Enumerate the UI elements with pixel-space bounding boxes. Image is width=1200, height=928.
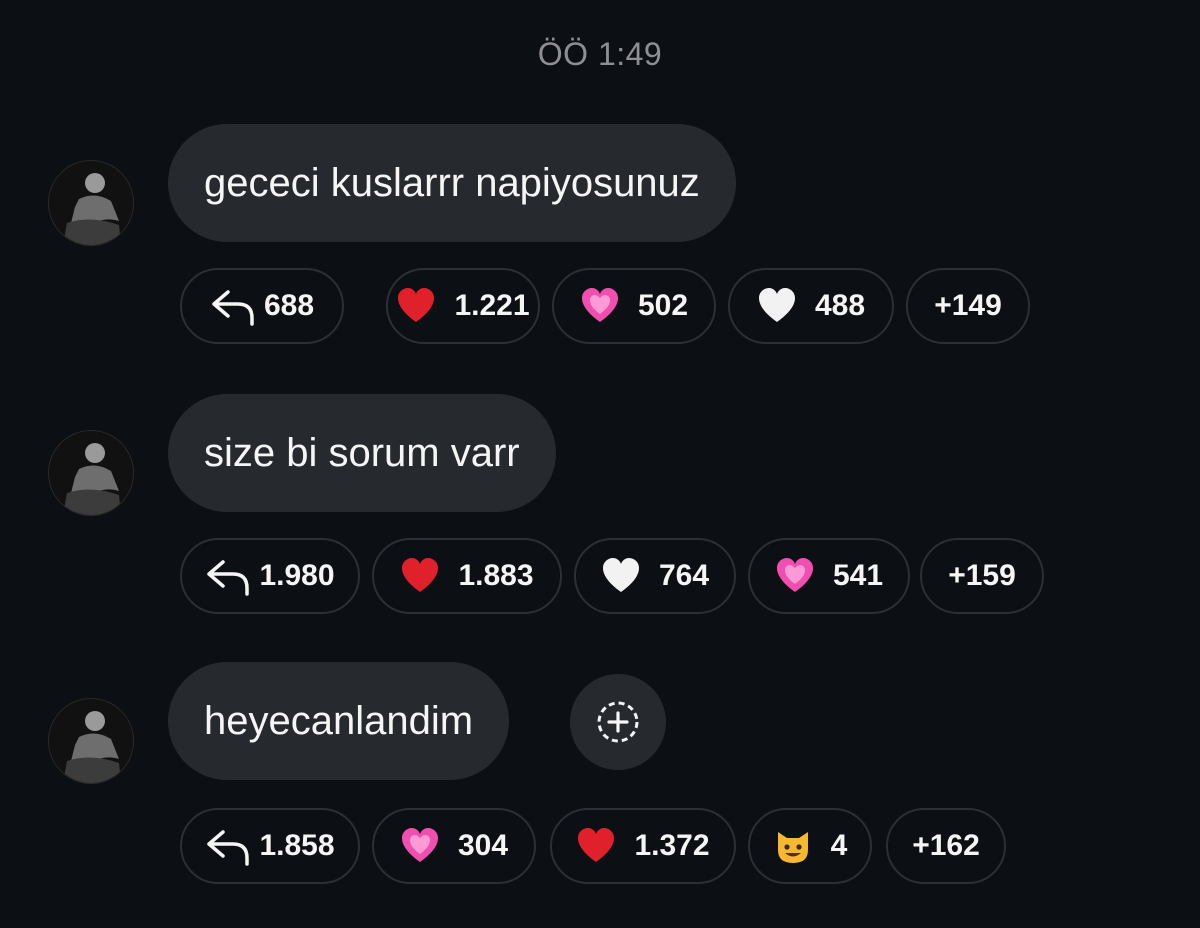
reply-icon (207, 830, 250, 866)
reaction-count: 1.858 (259, 829, 335, 862)
reply-icon (207, 560, 250, 596)
reaction-count: +162 (912, 829, 980, 862)
red-heart-icon (398, 288, 435, 322)
reaction-chip-red-heart[interactable]: 1.372 (550, 808, 736, 884)
avatar-image (49, 431, 133, 515)
reaction-chip-red-heart[interactable]: 1.883 (372, 538, 562, 614)
message-bubble[interactable]: heyecanlandim (168, 662, 510, 780)
reply-count-chip[interactable]: 1.858 (180, 808, 360, 884)
reply-icon (212, 290, 254, 326)
reaction-chip-red-heart[interactable]: 1.221 (386, 268, 540, 344)
avatar[interactable] (48, 698, 134, 784)
reaction-chip-white-heart[interactable]: 488 (728, 268, 894, 344)
reaction-count: 764 (658, 559, 710, 592)
avatar-image (49, 699, 133, 783)
reaction-count: 1.883 (458, 559, 534, 592)
pink-heart-icon (776, 558, 813, 592)
white-heart-icon (758, 288, 795, 322)
message-text: size bi sorum varr (204, 430, 520, 475)
reaction-count: 4 (830, 829, 848, 862)
message-text: heyecanlandim (204, 698, 474, 743)
reaction-count: +149 (934, 289, 1002, 322)
message-bubble[interactable]: gececi kuslarrr napiyosunuz (168, 124, 736, 242)
reaction-chip-cat[interactable]: 4 (748, 808, 872, 884)
message-bubble[interactable]: size bi sorum varr (168, 394, 556, 512)
reaction-count: +159 (948, 559, 1016, 592)
pink-heart-icon (401, 828, 438, 862)
add-reaction-icon (597, 701, 639, 743)
cat-emoji-icon (777, 832, 808, 863)
reaction-count: 304 (457, 829, 509, 862)
more-reactions-chip[interactable]: +159 (920, 538, 1044, 614)
reaction-count: 502 (637, 289, 689, 322)
avatar[interactable] (48, 430, 134, 516)
avatar[interactable] (48, 160, 134, 246)
reaction-count: 1.980 (259, 559, 335, 592)
red-heart-icon (578, 828, 615, 862)
reaction-count: 1.372 (634, 829, 710, 862)
reaction-chip-white-heart[interactable]: 764 (574, 538, 736, 614)
reaction-count: 488 (814, 289, 866, 322)
reaction-chip-pink-heart[interactable]: 502 (552, 268, 716, 344)
reaction-count: 541 (832, 559, 884, 592)
red-heart-icon (402, 558, 439, 592)
white-heart-icon (602, 558, 639, 592)
reaction-chip-pink-heart[interactable]: 541 (748, 538, 910, 614)
reply-count-chip[interactable]: 1.980 (180, 538, 360, 614)
reaction-count: 688 (263, 289, 315, 322)
reaction-count: 1.221 (454, 289, 530, 322)
reaction-chip-pink-heart[interactable]: 304 (372, 808, 536, 884)
message-text: gececi kuslarrr napiyosunuz (204, 160, 700, 205)
reply-count-chip[interactable]: 688 (180, 268, 344, 344)
avatar-image (49, 161, 133, 245)
timestamp: ÖÖ 1:49 (537, 36, 663, 72)
add-reaction-button[interactable] (570, 674, 666, 770)
pink-heart-icon (581, 288, 618, 322)
more-reactions-chip[interactable]: +162 (886, 808, 1006, 884)
more-reactions-chip[interactable]: +149 (906, 268, 1030, 344)
